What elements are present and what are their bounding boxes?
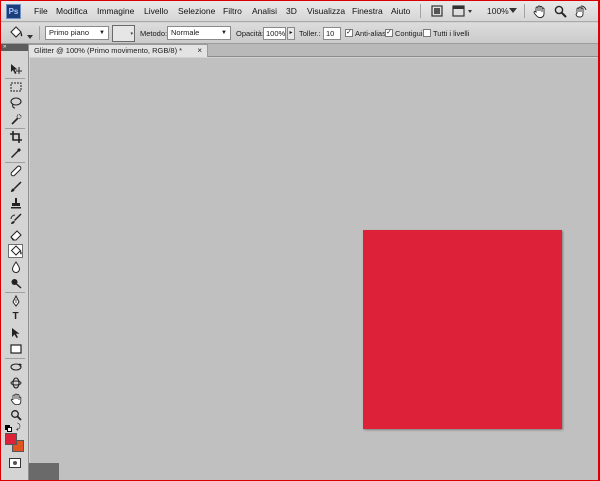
eyedropper-tool-icon[interactable] bbox=[8, 146, 23, 160]
tool-separator bbox=[5, 162, 25, 163]
options-separator bbox=[39, 26, 40, 40]
history-brush-tool-icon[interactable] bbox=[8, 212, 23, 226]
menu-file[interactable]: File bbox=[34, 6, 48, 16]
tool-separator bbox=[5, 292, 25, 293]
tool-separator bbox=[5, 78, 25, 79]
document-tab-strip: Glitter @ 100% (Primo movimento, RGB/8) … bbox=[1, 44, 598, 57]
zoom-tool-icon[interactable] bbox=[8, 408, 23, 422]
menu-visualizza[interactable]: Visualizza bbox=[307, 6, 345, 16]
tool-preset-chevron-down-icon[interactable] bbox=[26, 29, 34, 45]
3d-orbit-tool-icon[interactable] bbox=[8, 376, 23, 390]
dodge-tool-icon[interactable] bbox=[8, 276, 23, 290]
status-bar bbox=[29, 463, 59, 480]
zoom-level[interactable]: 100% bbox=[487, 6, 509, 16]
move-tool-icon[interactable] bbox=[8, 62, 23, 76]
rotate-view-icon[interactable] bbox=[572, 3, 588, 19]
type-tool-icon[interactable]: T bbox=[8, 310, 23, 324]
menu-analisi[interactable]: Analisi bbox=[252, 6, 277, 16]
chevron-down-icon: ▼ bbox=[221, 30, 227, 36]
hand-tool-icon[interactable] bbox=[8, 392, 23, 406]
menu-modifica[interactable]: Modifica bbox=[56, 6, 88, 16]
contiguous-checkbox[interactable]: ✓ bbox=[385, 29, 393, 37]
brush-tool-icon[interactable] bbox=[8, 180, 23, 194]
menu-livello[interactable]: Livello bbox=[144, 6, 168, 16]
tools-panel-header[interactable]: » bbox=[1, 44, 28, 51]
tool-separator bbox=[5, 358, 25, 359]
photoshop-window: Ps File Modifica Immagine Livello Selezi… bbox=[1, 1, 598, 480]
opacity-label: Opacità: bbox=[236, 29, 264, 38]
options-bar: Primo piano ▼ ▾ Metodo: Normale ▼ Opacit… bbox=[1, 23, 598, 44]
opacity-slider-arrow-icon[interactable]: ▸ bbox=[287, 27, 295, 40]
photoshop-logo: Ps bbox=[6, 4, 21, 19]
quick-mask-icon[interactable] bbox=[9, 458, 21, 468]
document-tab[interactable]: Glitter @ 100% (Primo movimento, RGB/8) … bbox=[28, 44, 208, 57]
paint-bucket-tool-icon[interactable] bbox=[8, 244, 23, 258]
clone-stamp-tool-icon[interactable] bbox=[8, 196, 23, 210]
document-canvas[interactable] bbox=[363, 230, 562, 429]
path-selection-tool-icon[interactable] bbox=[8, 326, 23, 340]
chevron-down-icon: ▾ bbox=[130, 31, 133, 37]
fill-source-select[interactable]: Primo piano ▼ bbox=[45, 26, 109, 40]
close-icon[interactable]: × bbox=[197, 45, 202, 56]
fill-source-value: Primo piano bbox=[49, 28, 90, 37]
quick-selection-tool-icon[interactable] bbox=[8, 112, 23, 126]
marquee-tool-icon[interactable] bbox=[8, 80, 23, 94]
swap-colors-icon[interactable]: ⤸ bbox=[16, 423, 21, 431]
contiguous-label: Contigui bbox=[395, 29, 423, 38]
foreground-color-swatch[interactable] bbox=[5, 433, 17, 445]
lasso-tool-icon[interactable] bbox=[8, 96, 23, 110]
pattern-picker[interactable]: ▾ bbox=[112, 25, 135, 42]
3d-rotate-tool-icon[interactable] bbox=[8, 360, 23, 374]
type-tool-glyph: T bbox=[12, 311, 19, 322]
menu-filtro[interactable]: Filtro bbox=[223, 6, 242, 16]
opacity-input[interactable]: 100% bbox=[263, 27, 286, 40]
all-layers-label: Tutti i livelli bbox=[433, 29, 470, 38]
screen-mode-icon[interactable] bbox=[451, 3, 475, 19]
anti-alias-label: Anti-alias bbox=[355, 29, 386, 38]
eraser-tool-icon[interactable] bbox=[8, 228, 23, 242]
default-colors-icon[interactable] bbox=[5, 425, 13, 433]
hand-icon[interactable] bbox=[531, 3, 547, 19]
menu-bar: Ps File Modifica Immagine Livello Selezi… bbox=[1, 1, 598, 22]
menu-separator bbox=[524, 4, 525, 18]
blend-mode-select[interactable]: Normale ▼ bbox=[167, 26, 231, 40]
blend-mode-value: Normale bbox=[171, 28, 200, 37]
paint-bucket-tool-icon[interactable] bbox=[7, 25, 25, 41]
anti-alias-checkbox[interactable]: ✓ bbox=[345, 29, 353, 37]
chevron-down-icon: ▼ bbox=[99, 30, 105, 36]
tool-separator bbox=[5, 128, 25, 129]
mode-label: Metodo: bbox=[140, 29, 168, 38]
all-layers-checkbox[interactable] bbox=[423, 29, 431, 37]
menu-finestra[interactable]: Finestra bbox=[352, 6, 383, 16]
document-tab-title: Glitter @ 100% (Primo movimento, RGB/8) … bbox=[34, 46, 183, 55]
shape-tool-icon[interactable] bbox=[8, 342, 23, 356]
tolerance-input[interactable]: 10 bbox=[323, 27, 341, 40]
bridge-icon[interactable] bbox=[429, 3, 445, 19]
menu-aiuto[interactable]: Aiuto bbox=[391, 6, 410, 16]
zoom-icon[interactable] bbox=[552, 3, 568, 19]
canvas-workspace[interactable] bbox=[30, 58, 598, 480]
tolerance-label: Toller.: bbox=[299, 29, 321, 38]
menu-selezione[interactable]: Selezione bbox=[178, 6, 215, 16]
tools-panel: » T ⤸ bbox=[1, 44, 29, 480]
pen-tool-icon[interactable] bbox=[8, 294, 23, 308]
menu-3d[interactable]: 3D bbox=[286, 6, 297, 16]
spot-healing-tool-icon[interactable] bbox=[8, 164, 23, 178]
crop-tool-icon[interactable] bbox=[8, 130, 23, 144]
menu-separator bbox=[420, 4, 421, 18]
blur-tool-icon[interactable] bbox=[8, 260, 23, 274]
menu-immagine[interactable]: Immagine bbox=[97, 6, 134, 16]
chevron-down-icon[interactable] bbox=[508, 3, 518, 19]
